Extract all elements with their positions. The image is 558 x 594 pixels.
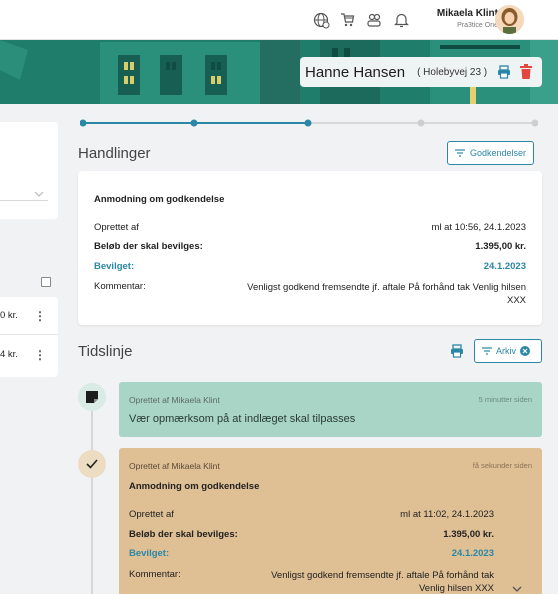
approvals-button-label: Godkendelser [470, 148, 527, 158]
row-label: Oprettet af [129, 509, 174, 520]
delete-icon[interactable] [520, 64, 532, 84]
item-amount: 0 kr. [0, 310, 18, 321]
user-name[interactable]: Mikaela Klint [437, 8, 498, 19]
more-icon[interactable]: ⋮ [34, 309, 46, 323]
card-row: Bevilget: 24.1.2023 [94, 261, 526, 272]
print-icon[interactable] [450, 344, 464, 363]
patient-name: Hanne Hansen [305, 63, 406, 81]
close-circle-icon[interactable] [520, 346, 530, 356]
row-label: Kommentar: [129, 569, 181, 580]
step-2 [190, 119, 198, 127]
chevron-down-icon[interactable] [512, 579, 522, 594]
timeline-dot-check [78, 450, 106, 478]
step-1 [79, 119, 87, 127]
filter-icon [455, 149, 465, 157]
step-3 [304, 119, 312, 127]
row-label: Bevilget: [129, 548, 170, 559]
row-value: 1.395,00 kr. [443, 529, 494, 540]
archive-button[interactable]: Arkiv [474, 339, 542, 363]
patient-address: ( Holebyvej 23 ) [417, 66, 488, 78]
card-row: Kommentar: Venligst godkend fremsendte j… [94, 281, 526, 306]
entry-time: få sekunder siden [472, 461, 532, 470]
card-row: Oprettet af ml at 10:56, 24.1.2023 [94, 222, 526, 233]
checkmark-icon [86, 459, 98, 469]
patient-header: Hanne Hansen ( Holebyvej 23 ) [300, 57, 542, 87]
select-all-checkbox[interactable] [41, 277, 51, 287]
archive-button-label: Arkiv [496, 346, 516, 356]
approval-request-card: Anmodning om godkendelse Oprettet af ml … [78, 171, 542, 325]
cart-icon[interactable] [338, 11, 356, 29]
chevron-down-icon[interactable] [34, 184, 44, 202]
timeline-note-card[interactable]: Oprettet af Mikaela Klint 5 minutter sid… [119, 382, 542, 437]
top-bar: Mikaela Klint Pra3tice One [0, 0, 558, 40]
row-value: 24.1.2023 [451, 548, 494, 559]
timeline-request-card[interactable]: Oprettet af Mikaela Klint få sekunder si… [119, 448, 542, 594]
row-label: Beløb der skal bevilges: [129, 529, 238, 540]
timeline-title: Tidslinje [78, 343, 133, 360]
entry-time: 5 minutter siden [478, 395, 532, 404]
actions-title: Handlinger [78, 145, 151, 162]
entry-text: Vær opmærksom på at indlæget skal tilpas… [129, 413, 356, 425]
row-value: Venligst godkend fremsendte jf. aftale P… [271, 570, 494, 594]
timeline-line [91, 392, 93, 594]
card-heading: Anmodning om godkendelse [94, 194, 225, 205]
entry-author: Oprettet af Mikaela Klint [129, 395, 220, 405]
user-org: Pra3tice One [457, 22, 498, 29]
bell-icon[interactable] [392, 11, 410, 29]
timeline-dot-note [78, 383, 106, 411]
print-icon[interactable] [497, 65, 511, 84]
left-list-card: 0 kr. ⋮ 4 kr. ⋮ [0, 297, 58, 377]
card-row: Beløb der skal bevilges: 1.395,00 kr. [94, 241, 526, 252]
more-icon[interactable]: ⋮ [34, 348, 46, 362]
step-4 [417, 119, 425, 127]
list-item[interactable]: 0 kr. ⋮ [0, 297, 58, 335]
entry-heading: Anmodning om godkendelse [129, 481, 260, 492]
row-value: ml at 11:02, 24.1.2023 [400, 509, 494, 520]
entry-author: Oprettet af Mikaela Klint [129, 461, 220, 471]
approvals-button[interactable]: Godkendelser [447, 141, 535, 165]
avatar[interactable] [495, 5, 524, 34]
item-amount: 4 kr. [0, 349, 18, 360]
note-icon [86, 391, 98, 403]
list-item[interactable]: 4 kr. ⋮ [0, 335, 58, 375]
left-filter-card [0, 122, 58, 219]
globe-icon[interactable] [312, 11, 330, 29]
progress-stepper [79, 115, 539, 127]
people-icon[interactable] [365, 11, 383, 29]
filter-icon [482, 347, 492, 355]
step-5 [531, 119, 539, 127]
